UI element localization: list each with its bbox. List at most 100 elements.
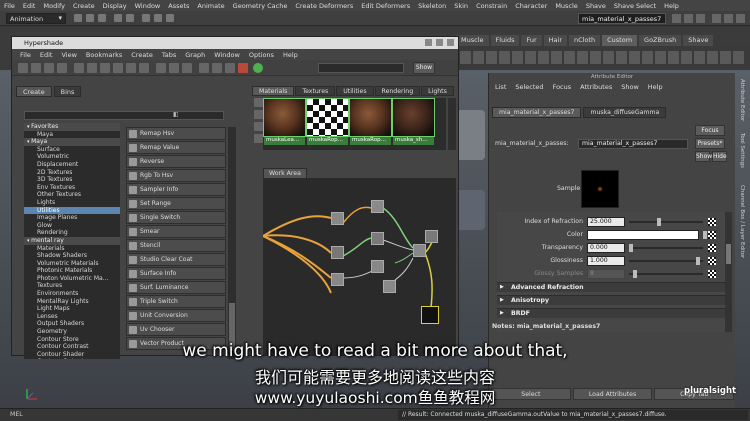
create-tab-icon[interactable] bbox=[254, 98, 263, 107]
attr-value-field[interactable]: 25.000 bbox=[587, 217, 625, 227]
tree-item-volumetric-materials[interactable]: Volumetric Materials bbox=[24, 260, 120, 268]
menu-modify[interactable]: Modify bbox=[43, 2, 65, 10]
focus-button[interactable]: Focus bbox=[695, 125, 725, 136]
menu-help[interactable]: Help bbox=[648, 83, 663, 91]
graph-materials-icon[interactable] bbox=[87, 63, 97, 73]
slider-knob[interactable] bbox=[629, 244, 633, 252]
material-swatch[interactable]: muska_sh... bbox=[392, 98, 435, 147]
hide-button[interactable]: Hide bbox=[712, 151, 727, 162]
shelf-tab-custom[interactable]: Custom bbox=[602, 35, 638, 46]
split-handle-icon[interactable]: ◧ bbox=[173, 111, 179, 118]
menu-shave-select[interactable]: Shave Select bbox=[614, 2, 656, 10]
tab-bins[interactable]: Bins bbox=[53, 86, 82, 97]
tree-item-image-planes[interactable]: Image Planes bbox=[24, 214, 120, 222]
attribute-scrollbar[interactable] bbox=[725, 212, 732, 332]
shelf-tool-icon[interactable] bbox=[551, 51, 562, 64]
tree-item-materials[interactable]: Materials bbox=[24, 245, 120, 253]
menu-skin[interactable]: Skin bbox=[454, 2, 468, 10]
render-settings-icon[interactable] bbox=[696, 14, 705, 23]
menu-animate[interactable]: Animate bbox=[197, 2, 224, 10]
map-button-icon[interactable] bbox=[708, 270, 716, 278]
shelf-tool-icon[interactable] bbox=[629, 51, 640, 64]
hypershade-search-input[interactable] bbox=[318, 63, 404, 73]
menu-skeleton[interactable]: Skeleton bbox=[418, 2, 446, 10]
tree-item-mentalray-lights[interactable]: MentalRay Lights bbox=[24, 298, 120, 306]
menu-graph[interactable]: Graph bbox=[185, 51, 205, 59]
shelf-tab-fur[interactable]: Fur bbox=[521, 35, 542, 46]
graph-node[interactable] bbox=[331, 246, 344, 259]
shelf-tool-icon[interactable] bbox=[603, 51, 614, 64]
shelf-tool-icon[interactable] bbox=[499, 51, 510, 64]
snap-curve-icon[interactable] bbox=[154, 14, 162, 22]
menu-help[interactable]: Help bbox=[283, 51, 298, 59]
menu-constrain[interactable]: Constrain bbox=[476, 2, 507, 10]
tab-mia-material-x-passes7[interactable]: mia_material_x_passes7 bbox=[492, 107, 582, 118]
shelf-tab-muscle[interactable]: Muscle bbox=[456, 35, 489, 46]
shelf-tool-icon[interactable] bbox=[512, 51, 523, 64]
map-button-icon[interactable] bbox=[708, 218, 716, 226]
shelf-tool-icon[interactable] bbox=[473, 51, 484, 64]
shelf-tool-icon[interactable] bbox=[681, 51, 692, 64]
swatch-size-icon[interactable] bbox=[199, 63, 209, 73]
tree-item-light-maps[interactable]: Light Maps bbox=[24, 305, 120, 313]
menu-show[interactable]: Show bbox=[621, 83, 639, 91]
graph-node[interactable] bbox=[371, 232, 384, 245]
graph-node[interactable] bbox=[413, 244, 426, 257]
shelf-tool-icon[interactable] bbox=[694, 51, 705, 64]
shelf-tab-gozbrush[interactable]: GoZBrush bbox=[639, 35, 682, 46]
graph-node[interactable] bbox=[425, 230, 438, 243]
tree-item-favorites[interactable]: Favorites bbox=[24, 123, 120, 131]
input-output-icon[interactable] bbox=[126, 63, 136, 73]
menu-file[interactable]: File bbox=[20, 51, 31, 59]
tree-item-lights[interactable]: Lights bbox=[24, 199, 120, 207]
shelf-tab-ncloth[interactable]: nCloth bbox=[569, 35, 601, 46]
snap-point-icon[interactable] bbox=[166, 14, 174, 22]
node-name-input[interactable]: mia_material_x_passes7 bbox=[578, 139, 688, 149]
graph-tab-icon[interactable] bbox=[254, 122, 263, 131]
tree-item-utilities[interactable]: Utilities bbox=[24, 206, 120, 215]
show-top-tabs-icon[interactable] bbox=[31, 63, 41, 73]
menu-bookmarks[interactable]: Bookmarks bbox=[86, 51, 122, 59]
swatch-size-icon[interactable] bbox=[212, 63, 222, 73]
menu-create[interactable]: Create bbox=[73, 2, 95, 10]
rename-tab-icon[interactable] bbox=[254, 110, 263, 119]
menu-create-deformers[interactable]: Create Deformers bbox=[295, 2, 353, 10]
select-mode-icon[interactable] bbox=[114, 14, 122, 22]
toggle-create-bar-icon[interactable] bbox=[18, 63, 28, 73]
presets-button[interactable]: Presets* bbox=[695, 138, 725, 149]
tree-item-3d-textures[interactable]: 3D Textures bbox=[24, 176, 120, 184]
material-swatch[interactable]: muskaRop... bbox=[349, 98, 392, 147]
sort-time-icon[interactable] bbox=[182, 63, 192, 73]
work-area-graph[interactable] bbox=[263, 178, 456, 355]
side-tab-channel-box-layer-editor[interactable]: Channel Box / Layer Editor bbox=[739, 185, 745, 258]
render-node-icon[interactable] bbox=[238, 63, 248, 73]
graph-node[interactable] bbox=[371, 260, 384, 273]
menu-focus[interactable]: Focus bbox=[553, 83, 572, 91]
slider-knob[interactable] bbox=[657, 218, 661, 226]
node-button-rgb-to-hsv[interactable]: Rgb To Hsv bbox=[126, 169, 226, 182]
menu-create[interactable]: Create bbox=[131, 51, 153, 59]
node-button-surf-luminance[interactable]: Surf. Luminance bbox=[126, 281, 226, 294]
menu-assets[interactable]: Assets bbox=[168, 2, 189, 10]
tree-item-textures[interactable]: Textures bbox=[24, 282, 120, 290]
graph-node[interactable] bbox=[371, 200, 384, 213]
hypershade-titlebar[interactable]: Hypershade bbox=[12, 37, 458, 49]
tab-rendering[interactable]: Rendering bbox=[374, 86, 421, 96]
sort-type-icon[interactable] bbox=[169, 63, 179, 73]
menu-window[interactable]: Window bbox=[135, 2, 161, 10]
input-connections-icon[interactable] bbox=[113, 63, 123, 73]
shelf-tool-icon[interactable] bbox=[642, 51, 653, 64]
close-icon[interactable] bbox=[447, 39, 454, 46]
menu-attributes[interactable]: Attributes bbox=[580, 83, 612, 91]
toggle-panel-icon[interactable] bbox=[736, 14, 745, 23]
material-swatch[interactable]: muskaRop... bbox=[306, 98, 349, 147]
tree-item-other-textures[interactable]: Other Textures bbox=[24, 191, 120, 199]
create-search-input[interactable] bbox=[24, 111, 224, 120]
menu-view[interactable]: View bbox=[61, 51, 76, 59]
map-button-icon[interactable] bbox=[708, 231, 716, 239]
tree-item-mental-ray[interactable]: mental ray bbox=[24, 236, 120, 245]
tab-utilities[interactable]: Utilities bbox=[336, 86, 374, 96]
menu-edit[interactable]: Edit bbox=[23, 2, 36, 10]
attr-value-field[interactable]: 0.000 bbox=[587, 243, 625, 253]
node-list-scrollbar[interactable] bbox=[228, 127, 236, 359]
